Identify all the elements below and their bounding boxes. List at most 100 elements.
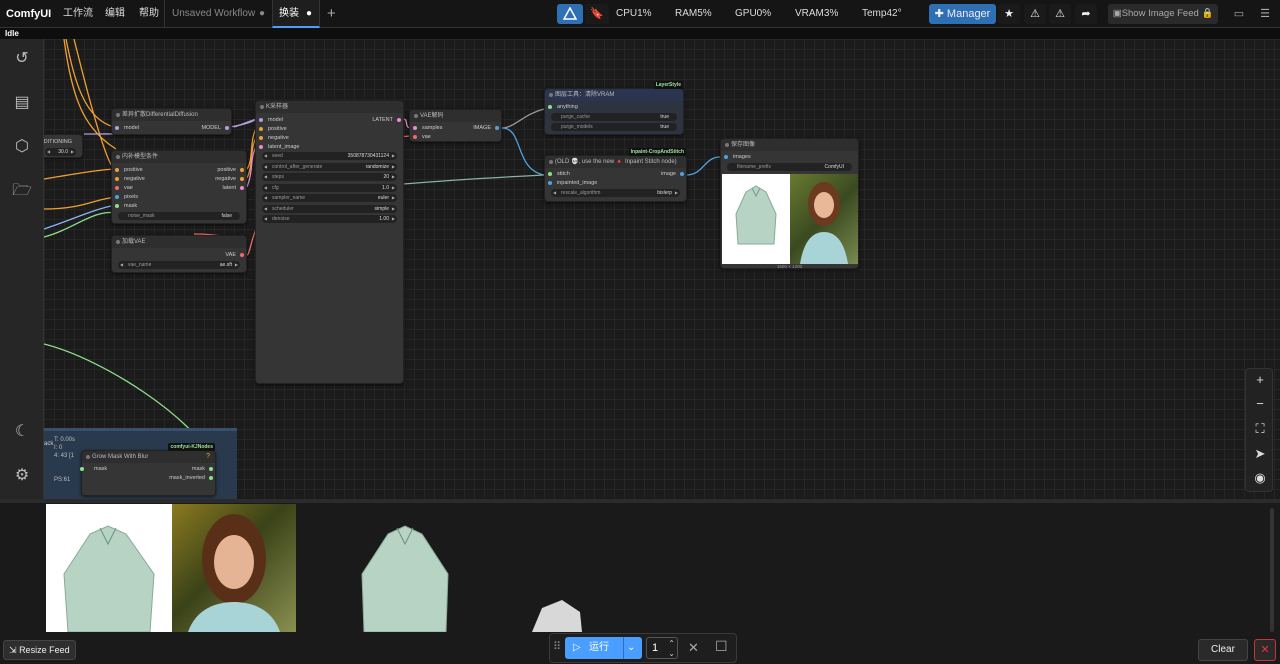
stop-icon[interactable]: ☐: [715, 638, 728, 655]
input-socket[interactable]: [115, 186, 119, 190]
output-socket[interactable]: [240, 168, 244, 172]
input-socket[interactable]: [259, 118, 263, 122]
input-socket[interactable]: [115, 204, 119, 208]
menu-workflow[interactable]: 工作流: [63, 0, 93, 28]
settings-gear-icon[interactable]: ⚙: [10, 464, 34, 488]
seed-widget[interactable]: seed 350878730431124: [262, 152, 397, 160]
feed-shirt-image[interactable]: [46, 504, 172, 633]
cube-icon[interactable]: ⬡: [10, 135, 34, 159]
differential-diffusion-node[interactable]: 差异扩散DifferentialDiffusion model MODEL: [111, 108, 232, 135]
output-socket[interactable]: [397, 118, 401, 122]
grow-mask-with-blur-node[interactable]: comfyui-KJNodes Grow Mask With Blur ? ma…: [80, 443, 216, 496]
cfg-widget[interactable]: cfg 1.0: [262, 184, 397, 192]
input-socket[interactable]: [548, 181, 552, 185]
show-image-feed-button[interactable]: ▣Show Image Feed 🔒: [1108, 4, 1218, 24]
fit-view-icon[interactable]: ⛶: [1250, 419, 1270, 439]
new-tab-icon[interactable]: +: [327, 0, 336, 28]
input-socket[interactable]: [413, 135, 417, 139]
conditioning-node-partial[interactable]: NDITIONING 30.0: [44, 134, 83, 158]
save-image-node[interactable]: 保存图像 images filename_prefix ComfyUI 1600 …: [720, 138, 859, 269]
chevron-down-icon[interactable]: ⌄: [627, 637, 635, 659]
conditioning-value-widget[interactable]: 30.0: [45, 148, 76, 156]
noise-mask-toggle[interactable]: noise_mask false: [118, 212, 240, 220]
input-socket[interactable]: [80, 467, 84, 471]
model-icon[interactable]: ⚠: [1024, 4, 1046, 24]
model-alt-icon[interactable]: ⚠: [1049, 4, 1071, 24]
pointer-icon[interactable]: ➤: [1250, 444, 1270, 464]
drag-handle-icon[interactable]: ⠿: [553, 640, 561, 653]
folder-icon[interactable]: 🗁: [10, 179, 34, 203]
menu-edit[interactable]: 编辑: [105, 0, 125, 28]
output-socket[interactable]: [209, 476, 213, 480]
batch-count-stepper[interactable]: 1 ⌃ ⌄: [646, 637, 678, 659]
zoom-in-icon[interactable]: +: [1250, 370, 1270, 390]
zoom-out-icon[interactable]: −: [1250, 394, 1270, 414]
load-vae-node[interactable]: 加载VAE VAE vae_name ae.sft: [111, 235, 247, 273]
ksampler-node[interactable]: K采样器 model LATENT positive negative laten…: [255, 100, 404, 384]
steps-widget[interactable]: steps 20: [262, 173, 397, 181]
clear-button[interactable]: Clear: [1198, 639, 1248, 661]
tab-huanzhuang[interactable]: 换装 ●: [272, 0, 320, 28]
node-canvas[interactable]: NDITIONING 30.0 差异扩散DifferentialDiffusio…: [44, 39, 1280, 499]
resize-feed-button[interactable]: ⇲ Resize Feed: [3, 640, 76, 660]
output-socket[interactable]: [240, 253, 244, 257]
output-socket[interactable]: [240, 186, 244, 190]
purge-cache-toggle[interactable]: purge_cache true: [551, 113, 677, 121]
vae-name-widget[interactable]: vae_name ae.sft: [118, 261, 240, 269]
bookmark-icon[interactable]: 🔖: [585, 4, 609, 24]
preview-shirt-image[interactable]: [722, 174, 790, 264]
inpaint-model-conditioning-node[interactable]: 内补模型条件 positive positive negative negative…: [111, 150, 247, 224]
input-socket[interactable]: [259, 136, 263, 140]
input-socket[interactable]: [548, 105, 552, 109]
rescale-algorithm-widget[interactable]: rescale_algorithm bislerp: [551, 189, 680, 197]
input-socket[interactable]: [115, 168, 119, 172]
feed-woman-image[interactable]: [172, 504, 296, 632]
output-socket[interactable]: [225, 126, 229, 130]
help-icon[interactable]: ?: [206, 453, 210, 460]
output-socket[interactable]: [495, 126, 499, 130]
scheduler-widget[interactable]: scheduler simple: [262, 205, 397, 213]
input-socket[interactable]: [115, 126, 119, 130]
panel-icon[interactable]: ▭: [1229, 4, 1249, 24]
input-socket[interactable]: [259, 127, 263, 131]
run-button[interactable]: ▷ 运行 ⌄: [565, 637, 642, 659]
vae-decode-node[interactable]: VAE解码 samples IMAGE vae: [409, 109, 502, 142]
manager-button[interactable]: ✚ Manager: [929, 4, 996, 24]
purge-models-toggle[interactable]: purge_models true: [551, 123, 677, 131]
gpu-stat: GPU0%: [735, 8, 772, 19]
cancel-icon[interactable]: ✕: [688, 640, 699, 656]
history-icon[interactable]: ↺: [10, 47, 34, 71]
group-panel[interactable]: ack T: 0.00s I: 0 4: 43 [1 PS:61 comfyui…: [44, 428, 237, 499]
menu-help[interactable]: 帮助: [139, 0, 159, 28]
app-logo[interactable]: ComfyUI: [6, 0, 51, 28]
output-socket[interactable]: [680, 172, 684, 176]
feed-scrollbar[interactable]: [1270, 508, 1274, 632]
input-socket[interactable]: [548, 172, 552, 176]
moon-icon[interactable]: ☾: [10, 420, 34, 444]
output-socket[interactable]: [240, 177, 244, 181]
input-socket[interactable]: [413, 126, 417, 130]
input-socket[interactable]: [115, 195, 119, 199]
feed-mask-image[interactable]: [528, 598, 588, 632]
filename-prefix-widget[interactable]: filename_prefix ComfyUI: [727, 163, 852, 171]
input-socket[interactable]: [724, 155, 728, 159]
purge-vram-node[interactable]: LayerStyle 图层工具：清除VRAM anything purge_ca…: [544, 81, 684, 135]
comfy-logo-button[interactable]: [557, 4, 583, 24]
star-icon[interactable]: ★: [998, 4, 1020, 24]
output-socket[interactable]: [209, 467, 213, 471]
queue-list-icon[interactable]: ▤: [10, 91, 34, 115]
sampler-name-widget[interactable]: sampler_name euler: [262, 194, 397, 202]
eye-icon[interactable]: ◉: [1250, 468, 1270, 488]
close-feed-icon[interactable]: ✕: [1254, 639, 1276, 661]
input-socket[interactable]: [259, 145, 263, 149]
tab-unsaved-workflow[interactable]: Unsaved Workflow ●: [164, 0, 270, 28]
inpaint-stitch-node[interactable]: Inpaint-CropAndStitch (OLD 💀, use the ne…: [544, 148, 687, 202]
control-after-generate-widget[interactable]: control_after_generate randomize: [262, 163, 397, 171]
denoise-widget[interactable]: denoise 1.00: [262, 215, 397, 223]
decrement-icon[interactable]: ⌄: [668, 644, 675, 664]
share-icon[interactable]: ➦: [1075, 4, 1097, 24]
feed-shirt-cutout-image[interactable]: [340, 504, 470, 633]
preview-woman-image[interactable]: [790, 174, 858, 264]
hamburger-menu-icon[interactable]: ☰: [1255, 4, 1275, 24]
input-socket[interactable]: [115, 177, 119, 181]
